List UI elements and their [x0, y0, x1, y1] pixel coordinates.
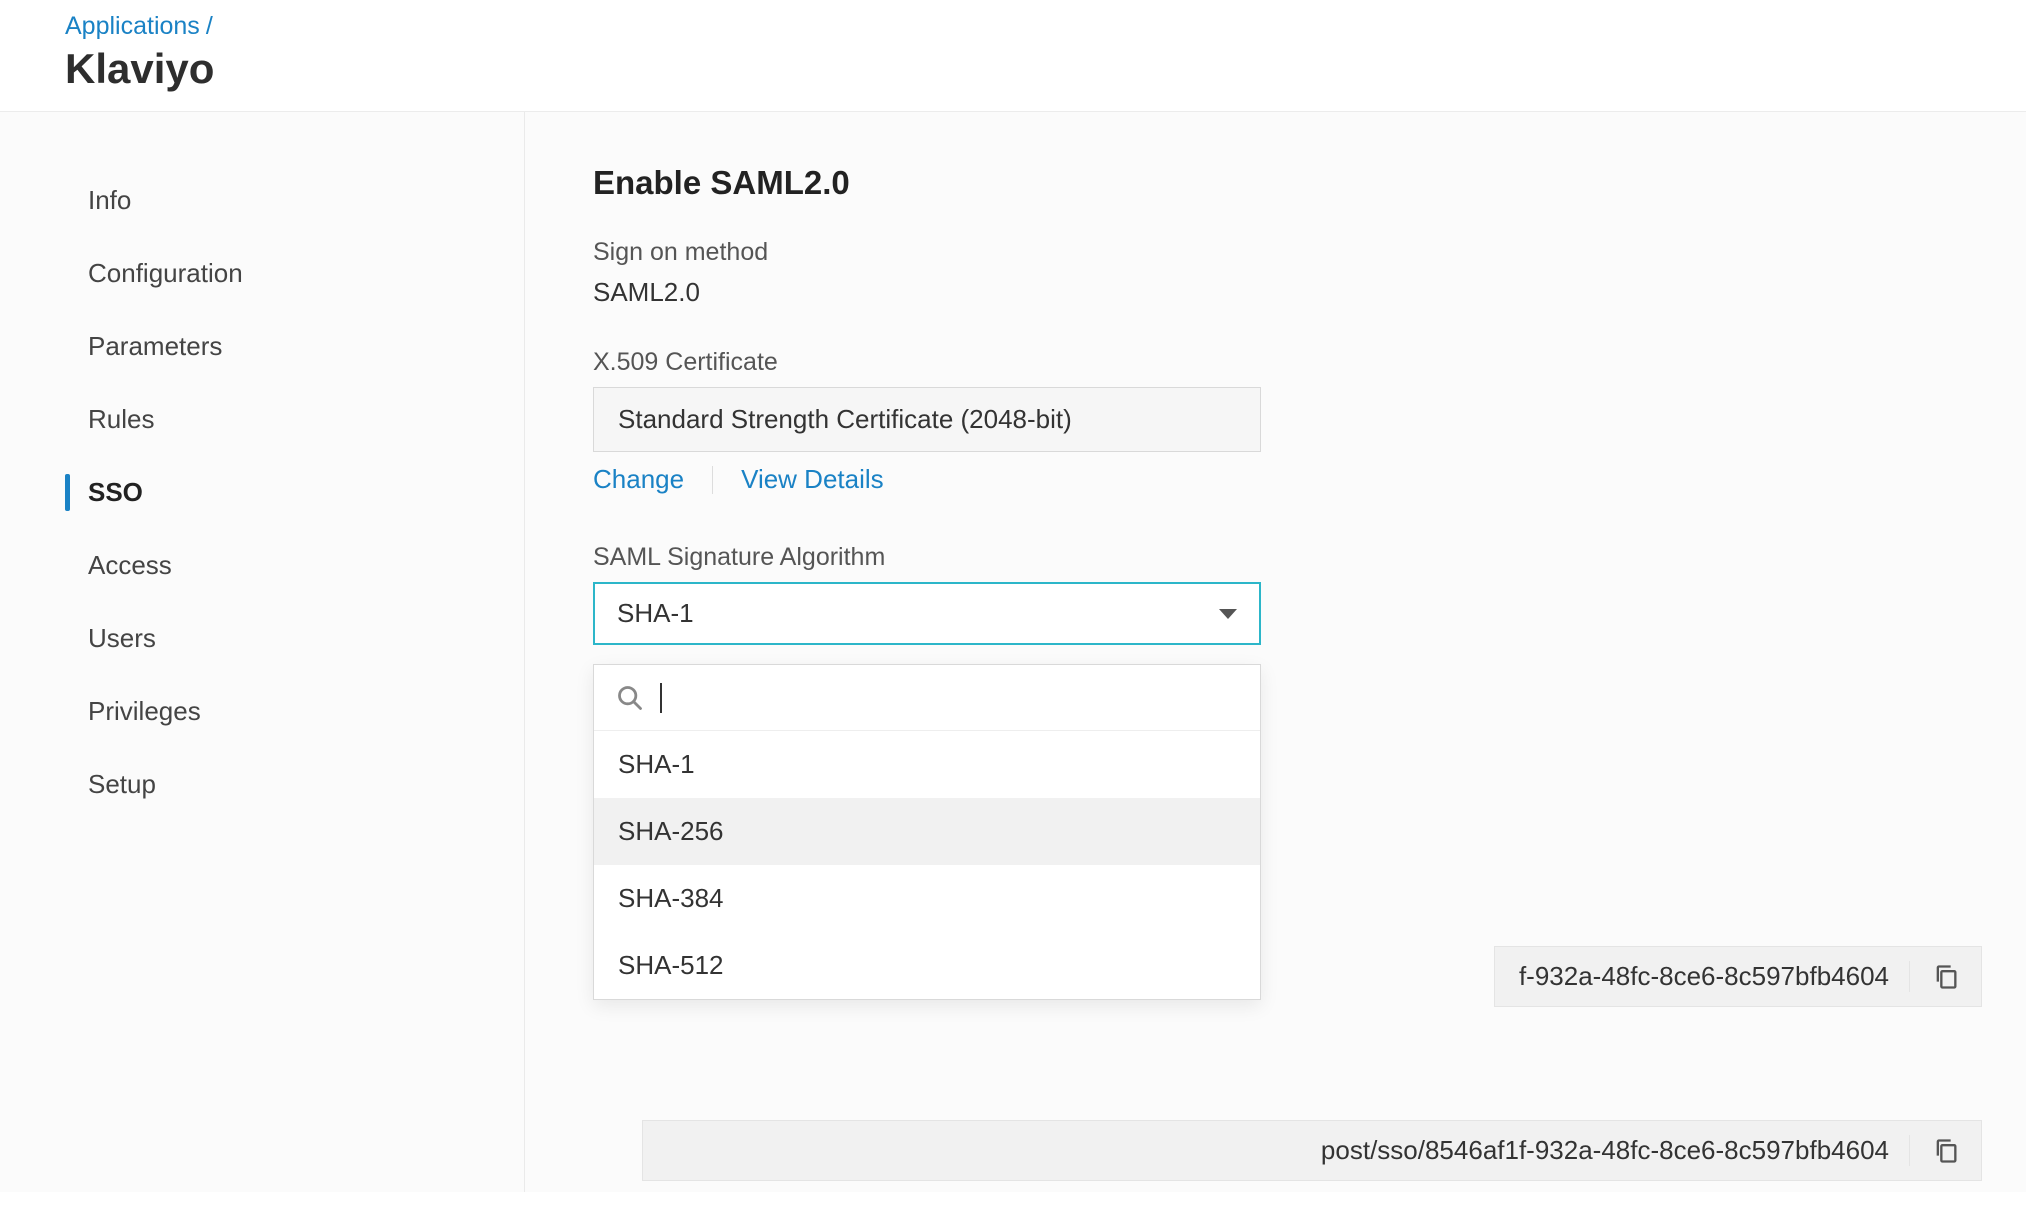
algo-option-sha-256[interactable]: SHA-256: [594, 798, 1260, 865]
sidebar-item-users[interactable]: Users: [0, 602, 524, 675]
algo-option-sha-384[interactable]: SHA-384: [594, 865, 1260, 932]
algo-search-input[interactable]: [678, 681, 1238, 714]
caret-down-icon: [1219, 609, 1237, 619]
url-field-1-value: f-932a-48fc-8ce6-8c597bfb4604: [1519, 961, 1889, 992]
algo-dropdown-search[interactable]: [594, 665, 1260, 731]
cert-change-link[interactable]: Change: [593, 464, 684, 495]
sidebar-item-privileges[interactable]: Privileges: [0, 675, 524, 748]
sidebar-item-parameters[interactable]: Parameters: [0, 310, 524, 383]
sidebar-item-sso[interactable]: SSO: [0, 456, 524, 529]
breadcrumb-parent[interactable]: Applications: [65, 12, 200, 41]
algo-select[interactable]: SHA-1: [593, 582, 1261, 645]
sidebar-item-configuration[interactable]: Configuration: [0, 237, 524, 310]
text-cursor: [660, 683, 662, 713]
sidebar-item-rules[interactable]: Rules: [0, 383, 524, 456]
sign-on-method-label: Sign on method: [593, 238, 2026, 267]
cert-link-separator: [712, 466, 713, 494]
search-icon: [616, 684, 644, 712]
section-title: Enable SAML2.0: [593, 164, 2026, 202]
copy-button-2[interactable]: [1909, 1135, 1981, 1166]
cert-view-details-link[interactable]: View Details: [741, 464, 884, 495]
cert-value-box: Standard Strength Certificate (2048-bit): [593, 387, 1261, 452]
algo-option-sha-1[interactable]: SHA-1: [594, 731, 1260, 798]
copy-icon: [1932, 963, 1960, 991]
algo-select-value: SHA-1: [617, 598, 694, 629]
url-field-2-value: post/sso/8546af1f-932a-48fc-8ce6-8c597bf…: [667, 1135, 1889, 1166]
breadcrumb-separator: /: [206, 12, 213, 41]
cert-label: X.509 Certificate: [593, 348, 2026, 377]
sidebar-item-access[interactable]: Access: [0, 529, 524, 602]
breadcrumb: Applications /: [65, 12, 2026, 41]
sidebar: Info Configuration Parameters Rules SSO …: [0, 112, 525, 1192]
copy-icon: [1932, 1137, 1960, 1165]
page-title: Klaviyo: [65, 45, 2026, 93]
copy-button-1[interactable]: [1909, 961, 1981, 992]
page-header: Applications / Klaviyo: [0, 0, 2026, 112]
url-field-2: post/sso/8546af1f-932a-48fc-8ce6-8c597bf…: [642, 1120, 1982, 1181]
algo-label: SAML Signature Algorithm: [593, 543, 2026, 572]
cert-links: Change View Details: [593, 464, 2026, 495]
algo-option-sha-512[interactable]: SHA-512: [594, 932, 1260, 999]
algo-dropdown: SHA-1 SHA-256 SHA-384 SHA-512: [593, 664, 1261, 1000]
sidebar-item-info[interactable]: Info: [0, 164, 524, 237]
sign-on-method-value: SAML2.0: [593, 277, 2026, 308]
sidebar-item-setup[interactable]: Setup: [0, 748, 524, 821]
url-field-1: f-932a-48fc-8ce6-8c597bfb4604: [1494, 946, 1982, 1007]
main-content: Enable SAML2.0 Sign on method SAML2.0 X.…: [525, 112, 2026, 1192]
